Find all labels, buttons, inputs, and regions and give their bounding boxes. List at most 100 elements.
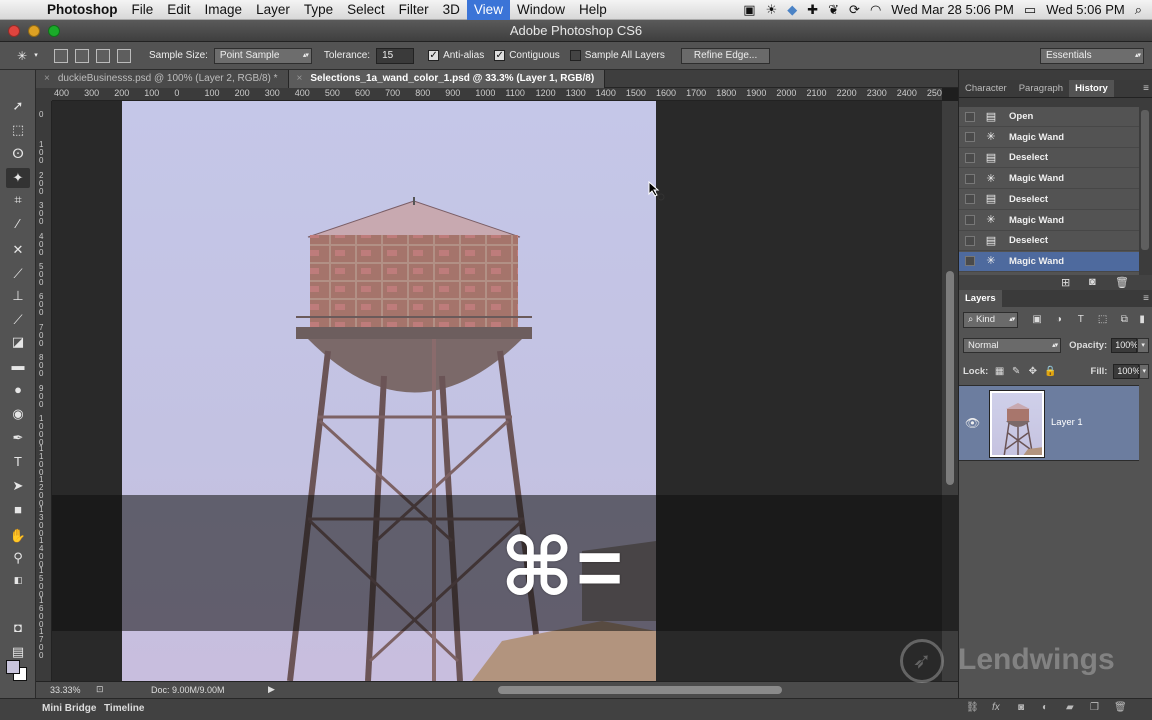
history-brush-source-box[interactable] xyxy=(965,173,975,184)
history-state-row[interactable]: ▤ Open xyxy=(959,107,1139,127)
layers-panel-menu-icon[interactable]: ≡ xyxy=(1143,290,1152,307)
ruler-corner[interactable] xyxy=(36,88,52,101)
eyedropper-tool-icon[interactable]: ⁄ xyxy=(6,214,30,234)
fill-dropdown-icon[interactable]: ▾ xyxy=(1139,363,1149,379)
adjustment-filter-icon[interactable]: ◑ xyxy=(1052,313,1066,327)
tab-mini-bridge[interactable]: Mini Bridge xyxy=(42,703,96,714)
quick-mask-icon[interactable]: ◘ xyxy=(6,618,30,638)
path-selection-tool-icon[interactable]: ➤ xyxy=(6,476,30,496)
zoom-level[interactable]: 33.33% xyxy=(50,685,81,695)
shape-filter-icon[interactable]: ⬚ xyxy=(1096,313,1110,327)
plus-cross-icon[interactable]: ✚ xyxy=(807,2,818,18)
visibility-eye-icon[interactable]: 👁 xyxy=(965,416,980,430)
history-state-row[interactable]: ✳ Magic Wand xyxy=(959,211,1139,231)
preset-dropdown-icon[interactable]: ▾ xyxy=(32,48,40,64)
tab-character[interactable]: Character xyxy=(959,80,1013,97)
link-layers-icon[interactable]: ⛓ xyxy=(966,702,979,713)
horizontal-scroll-thumb[interactable] xyxy=(498,686,782,694)
tab-duckie-business[interactable]: × duckieBusinesss.psd @ 100% (Layer 2, RG… xyxy=(36,70,289,88)
opacity-input[interactable]: 100% xyxy=(1111,337,1138,353)
magic-wand-tool-icon[interactable]: ✦ xyxy=(6,168,30,188)
smart-object-filter-icon[interactable]: ⧉ xyxy=(1117,313,1131,327)
brush-tool-icon[interactable]: ⟋ xyxy=(6,264,30,284)
dodge-tool-icon[interactable]: ◉ xyxy=(6,404,30,424)
history-brush-source-box[interactable] xyxy=(965,256,975,267)
delete-layer-icon[interactable]: 🗑 xyxy=(1114,702,1127,713)
menu-type[interactable]: Type xyxy=(297,0,340,20)
evernote-icon[interactable]: ❦ xyxy=(828,2,839,18)
history-state-row[interactable]: ✳ Magic Wand xyxy=(959,128,1139,148)
clock-left[interactable]: Wed Mar 28 5:06 PM xyxy=(891,2,1014,17)
lock-all-icon[interactable]: 🔒 xyxy=(1044,366,1056,377)
clock-right[interactable]: Wed 5:06 PM xyxy=(1046,2,1125,17)
history-brush-source-box[interactable] xyxy=(965,152,975,163)
history-brush-source-box[interactable] xyxy=(965,111,975,122)
rectangle-tool-icon[interactable]: ■ xyxy=(6,500,30,520)
new-document-from-state-icon[interactable]: ⊞ xyxy=(1061,276,1070,289)
wifi-icon[interactable]: ◠ xyxy=(870,2,881,18)
sample-size-select[interactable]: Point Sample xyxy=(213,47,312,64)
kind-filter-select[interactable]: ⌕ Kind xyxy=(963,312,1019,328)
history-brush-source-box[interactable] xyxy=(965,215,975,225)
menu-3d[interactable]: 3D xyxy=(436,0,467,20)
history-state-row[interactable]: ▤ Deselect xyxy=(959,148,1139,169)
healing-brush-tool-icon[interactable]: ✕ xyxy=(6,240,30,260)
fill-input[interactable]: 100% xyxy=(1113,363,1140,379)
intersect-selection-icon[interactable] xyxy=(117,48,131,63)
clone-stamp-tool-icon[interactable]: ⊥ xyxy=(6,286,30,306)
sync-icon[interactable]: ⟳ xyxy=(849,2,860,18)
add-selection-icon[interactable] xyxy=(75,48,89,63)
adjustment-layer-icon[interactable]: ◐ xyxy=(1042,702,1048,713)
menu-image[interactable]: Image xyxy=(198,0,250,20)
horizontal-ruler[interactable]: 400 300 200 100 0 100 200 300 400 500 600 700 800 900… xyxy=(52,88,942,101)
opacity-dropdown-icon[interactable]: ▾ xyxy=(1137,337,1149,353)
spotlight-icon[interactable]: ⌕ xyxy=(1135,2,1142,18)
subtract-selection-icon[interactable] xyxy=(96,48,110,63)
dropbox-icon[interactable]: ◆ xyxy=(787,2,797,18)
new-group-icon[interactable]: ▰ xyxy=(1066,702,1074,713)
menu-layer[interactable]: Layer xyxy=(249,0,297,20)
menu-select[interactable]: Select xyxy=(340,0,392,20)
tab-selections-wand[interactable]: × Selections_1a_wand_color_1.psd @ 33.3% … xyxy=(288,70,606,88)
fx-icon[interactable]: fx xyxy=(992,702,1000,713)
pixel-filter-icon[interactable]: ▣ xyxy=(1030,313,1044,327)
workspace-select[interactable]: Essentials xyxy=(1040,47,1144,64)
history-state-row[interactable]: ✳ Magic Wand xyxy=(959,169,1139,190)
marquee-tool-icon[interactable]: ⬚ xyxy=(6,120,30,140)
blend-mode-select[interactable]: Normal xyxy=(963,337,1062,353)
tab-history[interactable]: History xyxy=(1069,80,1114,97)
menu-edit[interactable]: Edit xyxy=(160,0,197,20)
tab-layers[interactable]: Layers xyxy=(959,290,1002,307)
pen-tool-icon[interactable]: ✒ xyxy=(6,428,30,448)
tolerance-input[interactable]: 15 xyxy=(376,47,415,64)
status-info-icon[interactable]: ⊡ xyxy=(96,684,104,695)
close-tab-icon[interactable]: × xyxy=(44,73,50,84)
history-brush-source-box[interactable] xyxy=(965,194,975,205)
menu-help[interactable]: Help xyxy=(572,0,614,20)
vertical-ruler[interactable]: 0 100 200 300 400 500 600 700 800 900 1000 1100 1200… xyxy=(36,101,52,681)
new-layer-icon[interactable]: ❐ xyxy=(1090,702,1099,713)
menu-window[interactable]: Window xyxy=(510,0,572,20)
camera-icon[interactable]: ▣ xyxy=(743,2,755,18)
lasso-tool-icon[interactable]: ⵙ xyxy=(6,144,30,164)
history-scrollbar[interactable] xyxy=(1141,110,1149,250)
snapshot-camera-icon[interactable]: ◙ xyxy=(1089,276,1096,288)
panel-menu-icon[interactable]: ≡ xyxy=(1143,80,1152,97)
lock-pixels-icon[interactable]: ✎ xyxy=(1011,366,1022,377)
delete-state-icon[interactable]: 🗑 xyxy=(1115,276,1129,289)
magic-wand-preset-icon[interactable]: ✳ xyxy=(14,48,30,64)
battery-icon[interactable]: ▭ xyxy=(1024,2,1036,18)
menu-view[interactable]: View xyxy=(466,0,510,20)
gradient-tool-icon[interactable]: ▬ xyxy=(6,356,30,376)
add-mask-icon[interactable]: ◙ xyxy=(1018,702,1024,713)
layer-name[interactable]: Layer 1 xyxy=(1051,417,1083,428)
move-tool-icon[interactable]: ➚ xyxy=(6,96,30,116)
foreground-color-swatch[interactable] xyxy=(6,660,20,674)
zoom-tool-icon[interactable]: ⚲ xyxy=(6,548,30,568)
history-brush-tool-icon[interactable]: ⟋ xyxy=(6,310,30,330)
history-state-row[interactable]: ▤ Deselect xyxy=(959,190,1139,210)
type-filter-icon[interactable]: T xyxy=(1074,313,1088,327)
filter-toggle-icon[interactable]: ▮ xyxy=(1135,313,1149,327)
sample-all-layers-checkbox[interactable]: ✓ Sample All Layers xyxy=(569,50,665,61)
blur-tool-icon[interactable]: ● xyxy=(6,380,30,400)
